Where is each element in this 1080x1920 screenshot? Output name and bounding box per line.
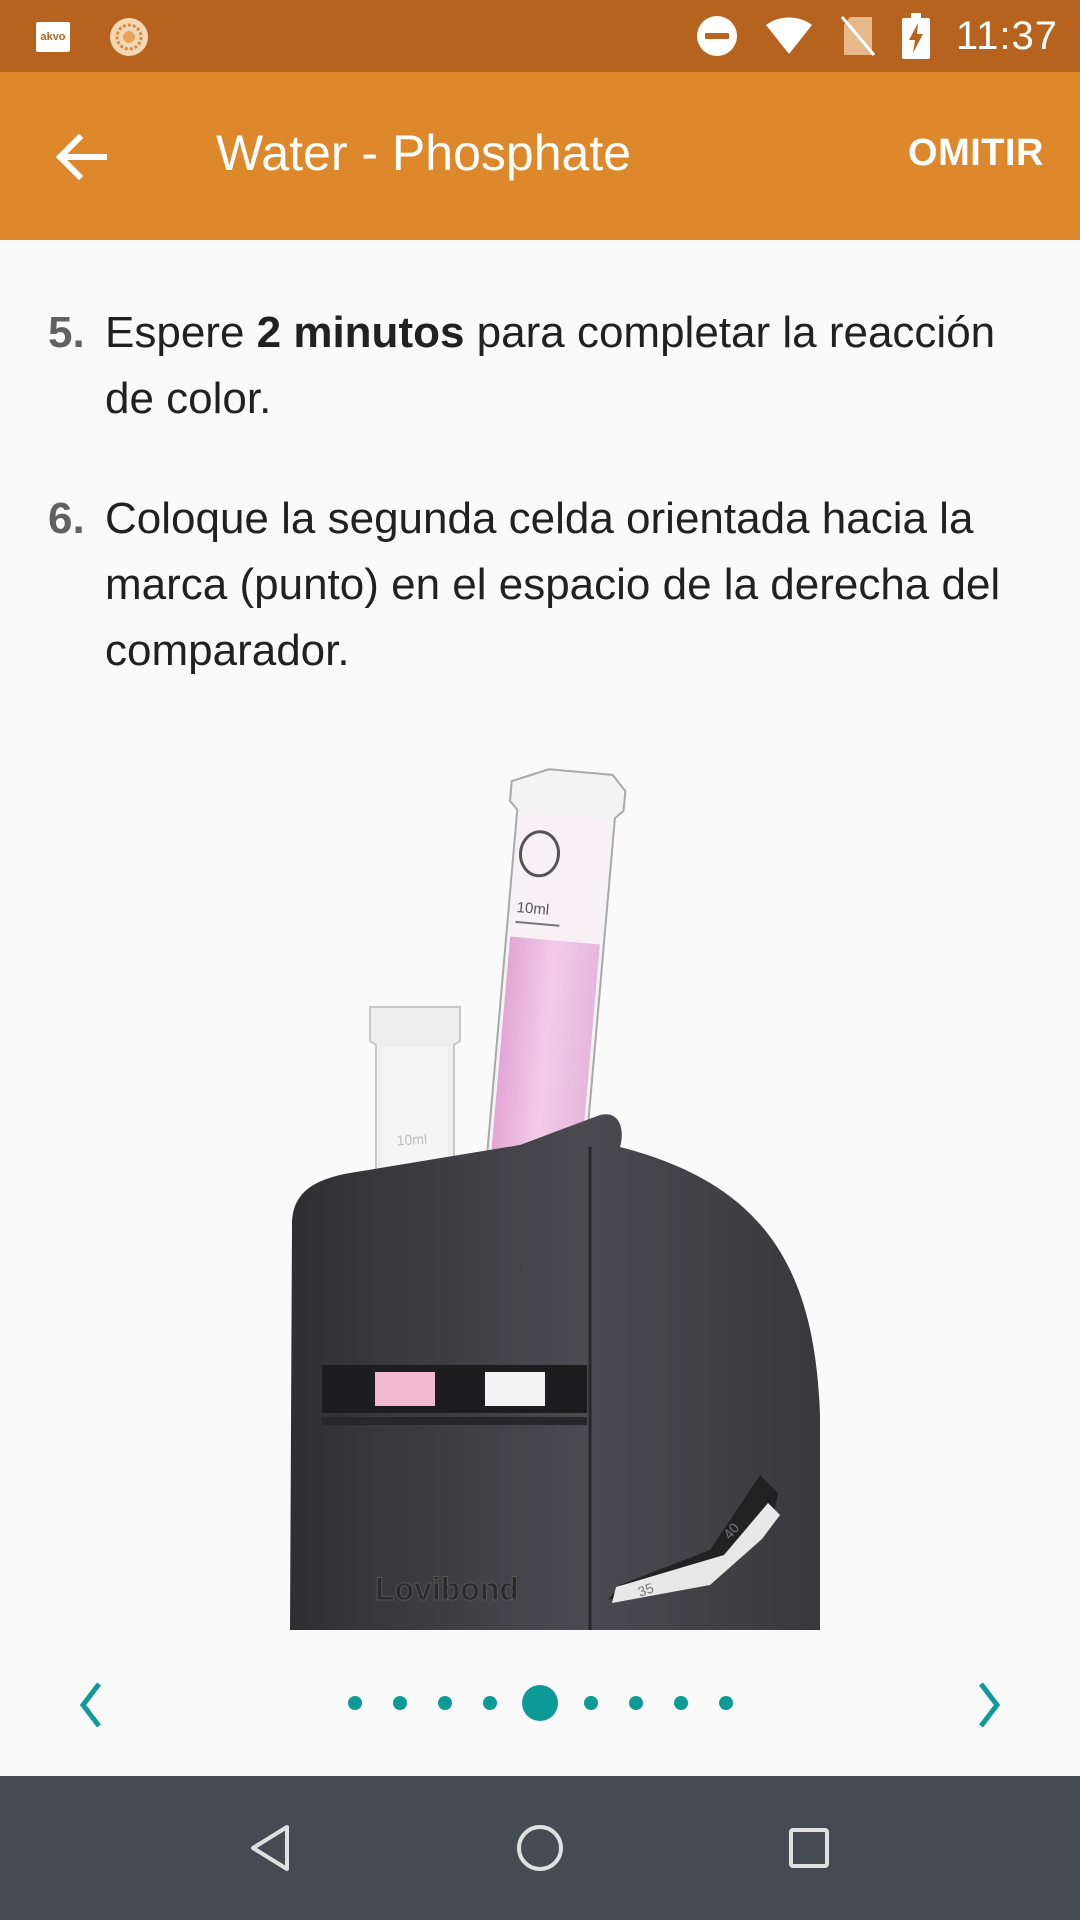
page-indicator <box>0 1640 1080 1766</box>
instruction-step-6: 6. Coloque la segunda celda orientada ha… <box>48 486 1008 684</box>
battery-charging-icon <box>901 13 930 59</box>
step-pager <box>0 1640 1080 1766</box>
akvo-app-icon: akvo <box>36 22 70 52</box>
clock: 11:37 <box>955 13 1058 58</box>
svg-text:10ml: 10ml <box>396 1130 427 1148</box>
step-number: 5. <box>48 308 85 357</box>
nav-recents-icon <box>789 1828 829 1868</box>
nav-home-icon <box>517 1825 563 1871</box>
sun-icon <box>110 18 148 56</box>
page-dot[interactable] <box>437 1696 452 1710</box>
step-text: Espere 2 minutos para completar la reacc… <box>105 308 996 423</box>
page-dot[interactable] <box>347 1696 362 1710</box>
no-sim-icon <box>840 16 876 56</box>
step-duration: 2 minutos <box>256 308 465 357</box>
skip-button[interactable]: OMITIR <box>908 132 1044 175</box>
lovibond-comparator: Lovibond 40 35 <box>290 1114 820 1630</box>
wifi-icon <box>765 17 812 54</box>
arrow-left-icon <box>55 134 107 180</box>
nav-home-button[interactable] <box>504 1812 576 1884</box>
page-dot[interactable] <box>583 1696 598 1710</box>
page-title: Water - Phosphate <box>216 125 632 181</box>
status-bar: akvo 11:37 <box>0 0 1080 72</box>
svg-text:10ml: 10ml <box>516 899 550 919</box>
page-dot-active[interactable] <box>522 1685 558 1721</box>
comparator-illustration: 10ml 10ml Lovibond 40 35 <box>290 768 820 1630</box>
page-dot[interactable] <box>628 1696 643 1710</box>
step-text: Coloque la segunda celda orientada hacia… <box>105 494 1001 675</box>
page-dot[interactable] <box>392 1696 407 1710</box>
do-not-disturb-icon <box>696 16 737 56</box>
app-bar: Water - Phosphate OMITIR <box>0 72 1080 240</box>
next-step-button[interactable] <box>950 1665 1030 1745</box>
svg-text:Lovibond: Lovibond <box>375 1571 519 1607</box>
nav-back-icon <box>251 1825 289 1871</box>
instruction-step-5: 5. Espere 2 minutos para completar la re… <box>48 300 1008 432</box>
nav-recents-button[interactable] <box>773 1812 845 1884</box>
page-dot[interactable] <box>718 1696 733 1710</box>
page-dot[interactable] <box>673 1696 688 1710</box>
chevron-right-icon <box>979 1682 1001 1728</box>
system-navigation-bar <box>0 1776 1080 1920</box>
step-number: 6. <box>48 494 85 543</box>
back-button[interactable] <box>46 122 116 192</box>
nav-back-button[interactable] <box>234 1812 306 1884</box>
page-dot[interactable] <box>482 1696 497 1710</box>
